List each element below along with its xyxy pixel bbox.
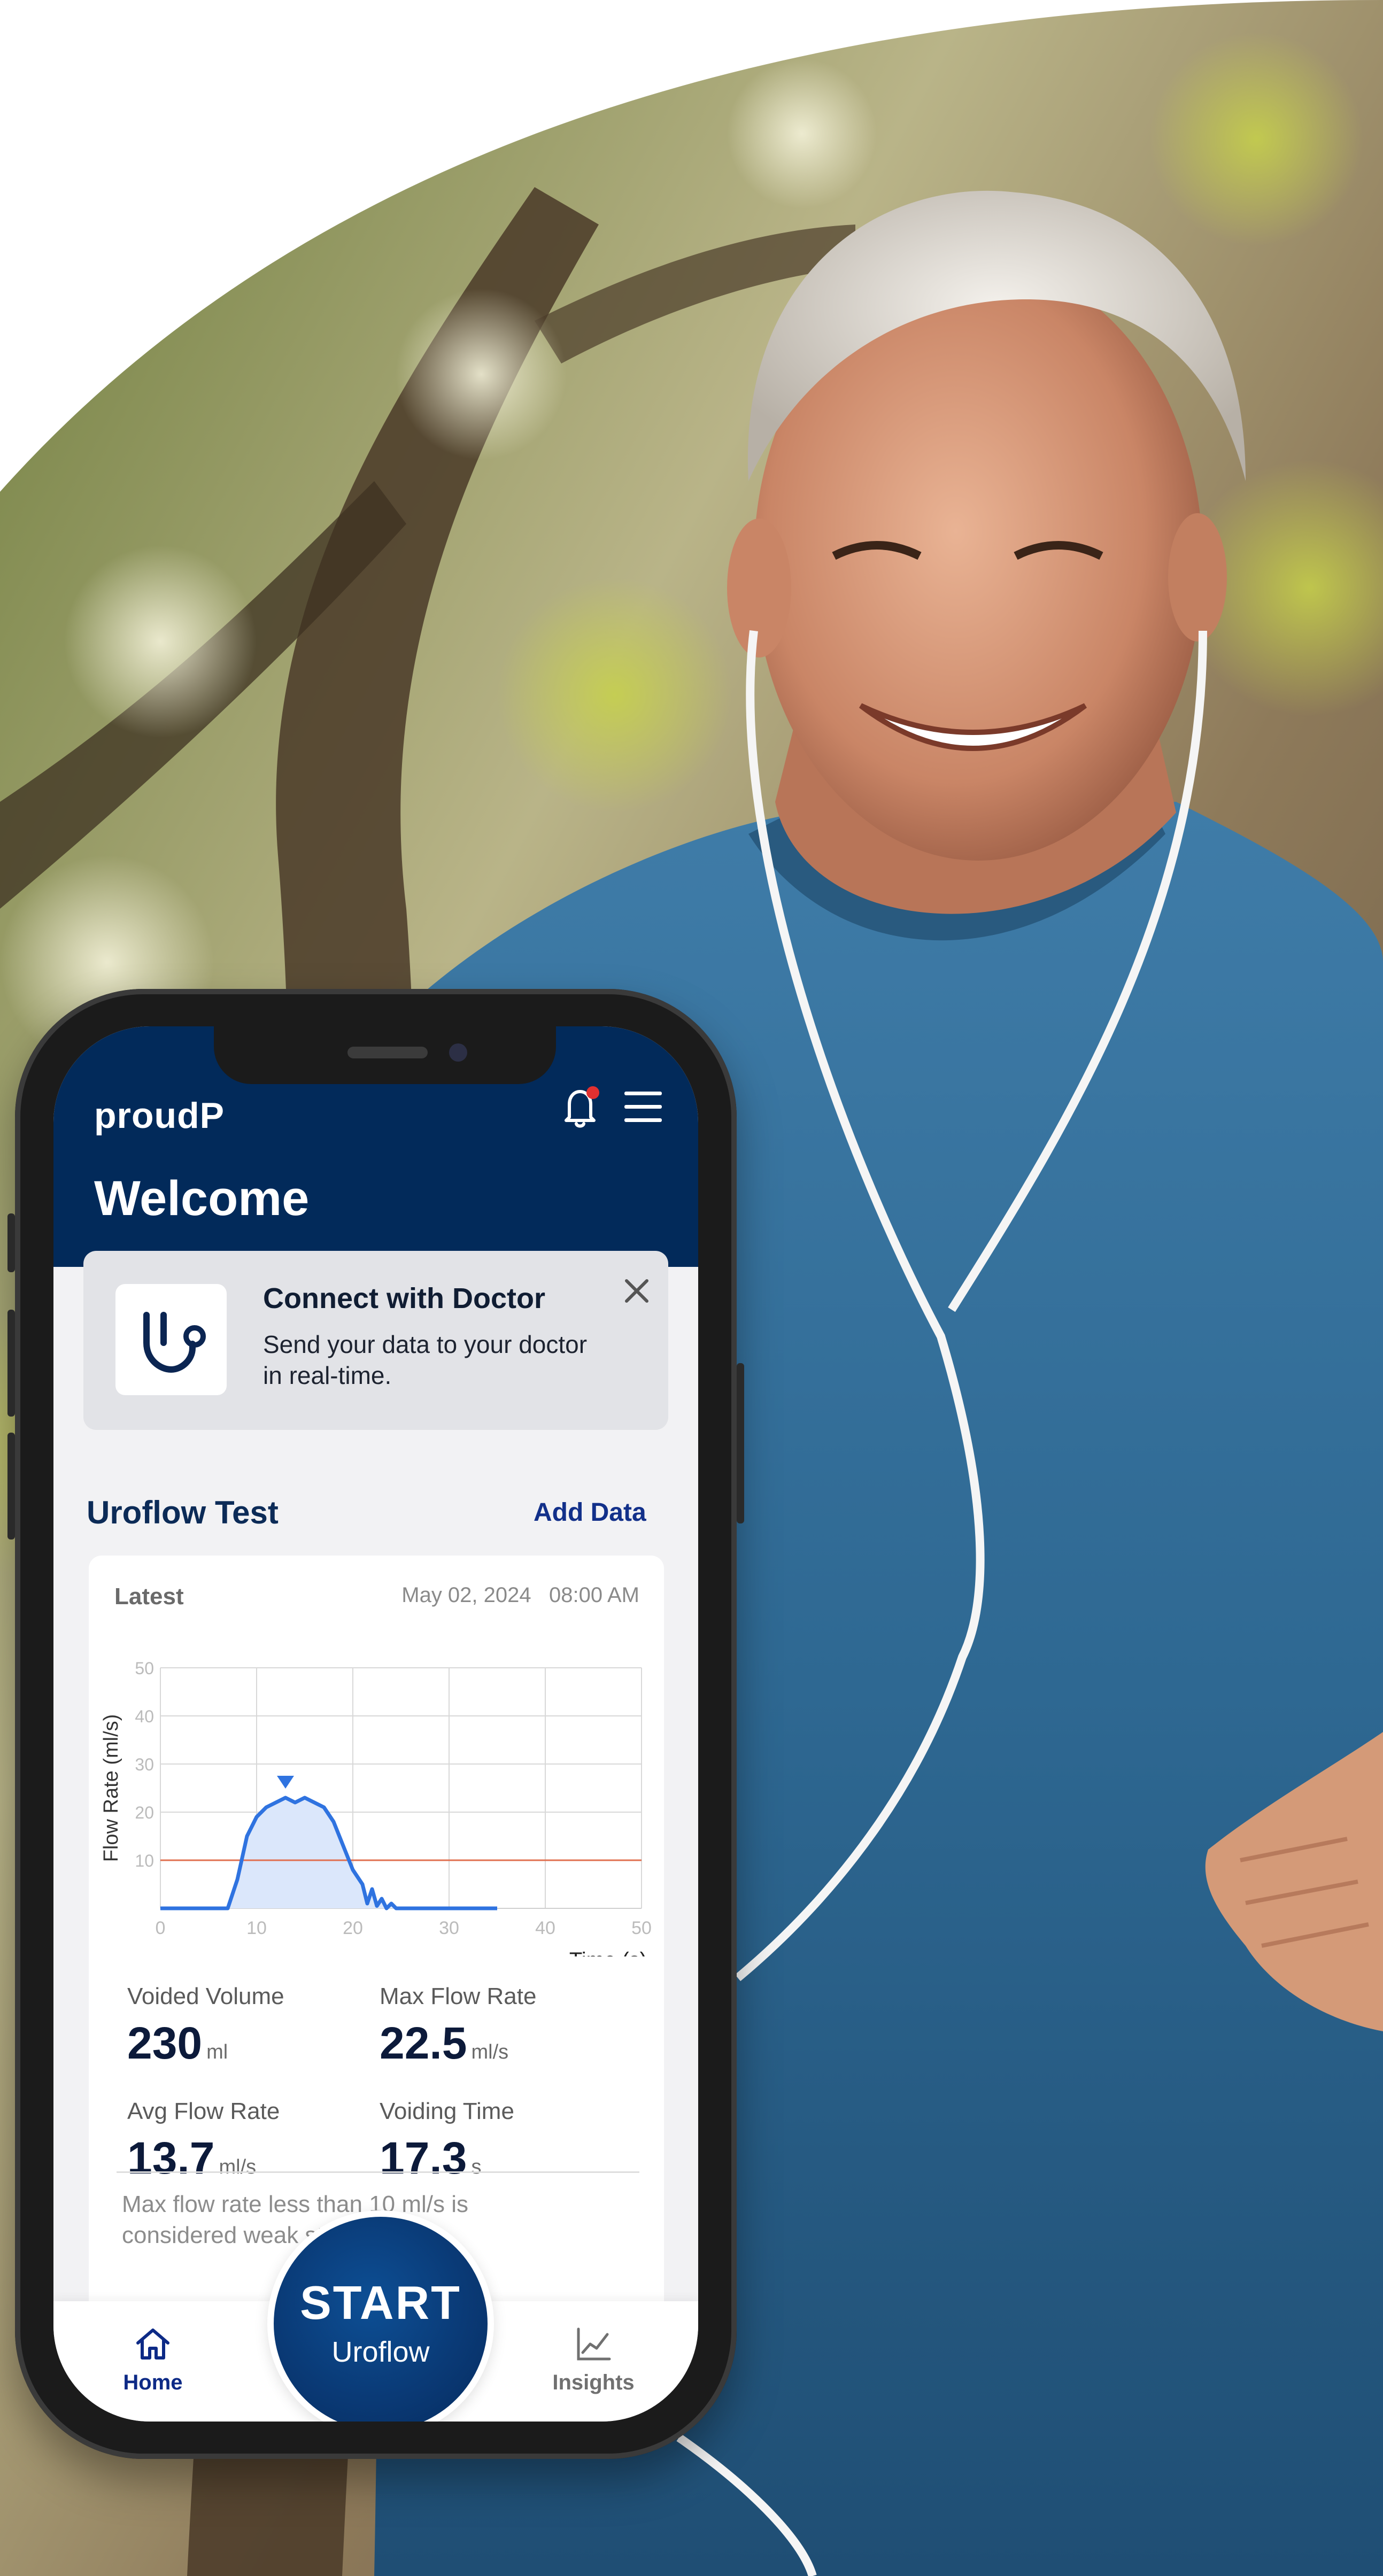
- start-button-sub-label: Uroflow: [331, 2336, 430, 2368]
- stat-label: Max Flow Rate: [380, 1983, 537, 2009]
- chart-line-icon: [577, 2327, 611, 2361]
- phone-mockup: proudP Welcome Connect with Doctor Send …: [7, 989, 744, 2459]
- stat-value: 13.7: [127, 2133, 215, 2183]
- y-tick-label: 30: [135, 1755, 154, 1774]
- chart-ticks: 0 10 20 30 40 50 10 20 30 40 50: [135, 1659, 652, 1938]
- volume-down-button: [7, 1433, 15, 1540]
- stat-max-flow-rate: Max Flow Rate 22.5 ml/s: [380, 1983, 536, 2069]
- tab-home[interactable]: Home: [99, 2323, 206, 2408]
- x-tick-label: 20: [343, 1918, 363, 1938]
- x-tick-label: 40: [535, 1918, 555, 1938]
- card-divider: [117, 2171, 639, 2173]
- y-axis-label: Flow Rate (ml/s): [102, 1714, 122, 1862]
- stethoscope-icon: [143, 1312, 206, 1373]
- tab-insights[interactable]: Insights: [540, 2323, 647, 2408]
- tab-insights-label: Insights: [552, 2371, 635, 2394]
- y-tick-label: 10: [135, 1851, 154, 1870]
- speaker-grille: [347, 1047, 428, 1058]
- chart-grid: [160, 1667, 642, 1909]
- notification-dot: [586, 1086, 599, 1099]
- stat-unit: s: [471, 2156, 482, 2178]
- y-tick-label: 50: [135, 1659, 154, 1678]
- stat-voided-volume: Voided Volume 230 ml: [127, 1983, 284, 2069]
- peak-marker: [277, 1776, 294, 1789]
- x-tick-label: 30: [439, 1918, 459, 1938]
- stat-unit: ml/s: [219, 2156, 257, 2178]
- front-camera: [449, 1043, 467, 1062]
- test-date: May 02, 2024: [401, 1583, 531, 1607]
- y-tick-label: 40: [135, 1707, 154, 1726]
- y-tick-label: 20: [135, 1803, 154, 1822]
- volume-up-button: [7, 1310, 15, 1417]
- doctor-icon-tile: [115, 1284, 227, 1395]
- x-tick-label: 0: [156, 1918, 166, 1938]
- phone-screen: proudP Welcome Connect with Doctor Send …: [53, 1026, 698, 2422]
- stat-unit: ml/s: [471, 2041, 509, 2063]
- x-tick-label: 10: [246, 1918, 267, 1938]
- notch: [214, 1026, 556, 1084]
- stat-value: 17.3: [380, 2133, 467, 2183]
- stat-label: Voided Volume: [127, 1983, 284, 2009]
- start-button-main-label: START: [300, 2276, 461, 2329]
- power-button: [737, 1363, 744, 1523]
- stat-label: Voiding Time: [380, 2098, 514, 2124]
- x-axis-label: Time (s): [569, 1948, 647, 1956]
- flow-rate-chart: 0 10 20 30 40 50 10 20 30 40 50 Flow Rate (ml/s) T…: [102, 1659, 652, 1956]
- doctor-card-subtitle: Send your data to your doctor in real-ti…: [263, 1330, 588, 1389]
- stat-unit: ml: [206, 2041, 228, 2063]
- doctor-card-title: Connect with Doctor: [263, 1282, 545, 1314]
- hamburger-menu-icon[interactable]: [619, 1083, 667, 1131]
- welcome-heading: Welcome: [94, 1171, 310, 1226]
- uroflow-latest-card[interactable]: Latest May 02, 2024 08:00 AM 0 10 20 30 40 50…: [89, 1556, 664, 2320]
- test-time: 08:00 AM: [548, 1583, 639, 1607]
- stat-value: 22.5: [380, 2018, 467, 2068]
- bell-icon[interactable]: [553, 1080, 605, 1133]
- stat-value: 230: [127, 2018, 203, 2068]
- tab-home-label: Home: [123, 2371, 183, 2394]
- uroflow-section-title: Uroflow Test: [87, 1495, 279, 1530]
- test-datetime: May 02, 2024 08:00 AM: [388, 1583, 639, 1607]
- connect-doctor-card[interactable]: Connect with Doctor Send your data to yo…: [83, 1251, 668, 1430]
- add-data-link[interactable]: Add Data: [534, 1498, 646, 1527]
- stat-label: Avg Flow Rate: [127, 2098, 280, 2124]
- close-icon[interactable]: [618, 1272, 655, 1310]
- latest-label: Latest: [114, 1583, 184, 1610]
- x-tick-label: 50: [631, 1918, 652, 1938]
- mute-switch: [7, 1213, 15, 1272]
- home-icon: [136, 2329, 169, 2360]
- start-uroflow-button[interactable]: START Uroflow: [274, 2217, 488, 2422]
- app-brand: proudP: [94, 1095, 225, 1136]
